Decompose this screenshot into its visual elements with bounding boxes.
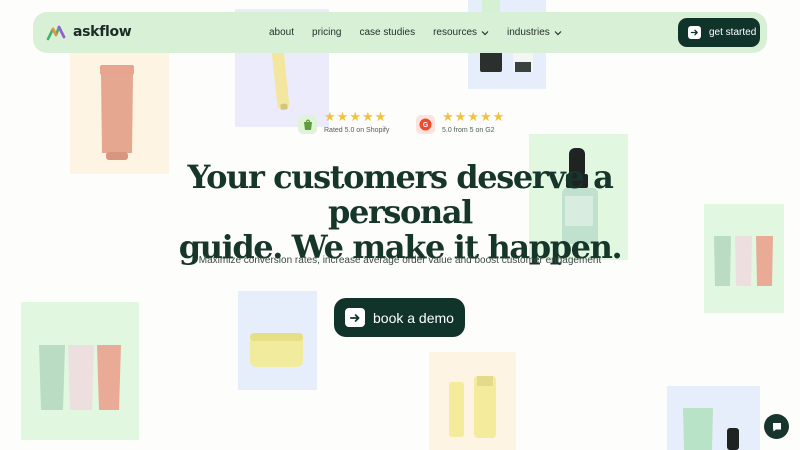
hero-title: Your customers deserve a personal guide.… [150, 160, 650, 265]
star-icon: ★ [492, 109, 505, 124]
product-tile-cream-jar [238, 291, 317, 390]
nav-link-label: industries [507, 27, 550, 38]
rating-text: Rated 5.0 on Shopify [324, 127, 390, 134]
book-demo-button[interactable]: book a demo [334, 298, 465, 337]
get-started-label: get started [709, 27, 757, 38]
rating-shopify: ★ ★ ★ ★ ★ Rated 5.0 on Shopify [298, 110, 389, 134]
arrow-right-icon [345, 308, 365, 327]
product-tile-tube-dropper [667, 386, 760, 450]
hero-title-line1: Your customers deserve a personal [187, 158, 614, 231]
get-started-button[interactable]: get started [678, 18, 760, 47]
nav-link-label: pricing [312, 27, 342, 38]
star-icon: ★ [479, 109, 492, 124]
chat-bubble-icon [772, 422, 781, 431]
brand-logo[interactable]: askflow [45, 21, 132, 43]
product-tile-tubes-right [704, 204, 784, 313]
star-icon: ★ [442, 109, 454, 124]
star-icon: ★ [336, 109, 349, 124]
star-rating: ★ ★ ★ ★ ★ [442, 110, 504, 123]
hero-subtitle: Maximize conversion rates, increase aver… [198, 255, 602, 266]
svg-text:G: G [423, 122, 429, 129]
chat-launcher-button[interactable] [764, 414, 789, 439]
book-demo-label: book a demo [373, 309, 454, 326]
product-tile-bottles-bottom [429, 352, 516, 450]
star-icon: ★ [374, 109, 387, 124]
nav-link-resources[interactable]: resources [433, 27, 489, 38]
star-icon: ★ [454, 109, 467, 124]
chevron-down-icon [554, 30, 562, 35]
arrow-right-icon [688, 26, 701, 39]
nav-link-pricing[interactable]: pricing [312, 27, 341, 38]
chevron-down-icon [481, 30, 489, 35]
shopify-icon [298, 115, 317, 134]
g2-icon: G [416, 115, 435, 134]
rating-text: 5.0 from 5 on G2 [442, 127, 495, 134]
nav-link-label: resources [433, 27, 477, 38]
nav-link-about[interactable]: about [269, 27, 294, 38]
brand-name: askflow [73, 24, 132, 40]
nav-link-case-studies[interactable]: case studies [360, 27, 416, 38]
nav-links: about pricing case studies resources ind… [269, 12, 580, 53]
askflow-logo-icon [46, 25, 66, 41]
product-tile-tubes-left [21, 302, 139, 440]
star-icon: ★ [467, 109, 479, 124]
top-navbar: askflow about pricing case studies resou… [33, 12, 767, 53]
star-icon: ★ [349, 109, 361, 124]
rating-g2: G ★ ★ ★ ★ ★ 5.0 from 5 on G2 [416, 110, 504, 134]
star-icon: ★ [324, 109, 336, 124]
star-rating: ★ ★ ★ ★ ★ [324, 110, 389, 123]
nav-link-label: case studies [359, 27, 416, 38]
product-tile-pink-tube [70, 45, 169, 174]
nav-link-label: about [269, 27, 295, 38]
nav-link-industries[interactable]: industries [507, 27, 562, 38]
star-icon: ★ [361, 109, 374, 124]
